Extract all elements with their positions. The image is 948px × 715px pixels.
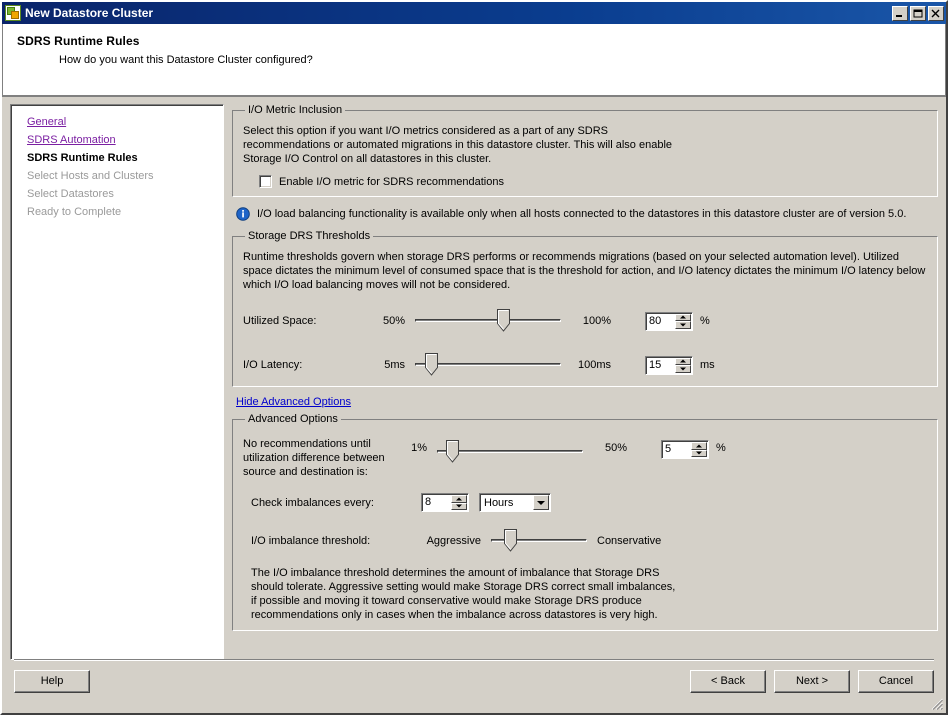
check-imbalances-spinner-up-icon[interactable] (451, 495, 467, 503)
utilization-difference-slider-thumb[interactable] (445, 440, 459, 463)
utilized-space-spinner[interactable]: 80 (645, 311, 693, 331)
wizard-footer: Help < Back Next > Cancel (2, 659, 946, 713)
check-imbalances-value[interactable]: 8 (422, 494, 451, 511)
utilization-difference-unit: % (716, 442, 726, 454)
io-imbalance-slider[interactable] (491, 528, 587, 554)
window-title: New Datastore Cluster (25, 6, 154, 20)
hide-advanced-options-link[interactable]: Hide Advanced Options (236, 396, 351, 408)
io-latency-min-label: 5ms (384, 359, 405, 371)
wizard-step-list: General SDRS Automation SDRS Runtime Rul… (10, 104, 224, 660)
utilized-space-spinner-up-icon[interactable] (675, 313, 691, 321)
utilized-space-spinner-down-icon[interactable] (675, 321, 691, 329)
sidebar-item-select-datastores: Select Datastores (27, 188, 114, 200)
io-latency-slider-thumb[interactable] (425, 353, 439, 376)
wizard-content: I/O Metric Inclusion Select this option … (232, 104, 938, 660)
storage-drs-thresholds-group: Storage DRS Thresholds Runtime threshold… (232, 230, 938, 387)
check-imbalances-row: Check imbalances every: 8 Hours (243, 493, 927, 512)
wizard-body: General SDRS Automation SDRS Runtime Rul… (2, 98, 946, 660)
utilized-space-slider-thumb[interactable] (496, 309, 510, 332)
io-imbalance-min-label: Aggressive (426, 535, 481, 547)
utilization-difference-spinner-down-icon[interactable] (691, 449, 707, 457)
utilized-space-slider[interactable] (415, 308, 561, 334)
check-imbalances-spinner[interactable]: 8 (421, 493, 469, 512)
utilized-space-row: Utilized Space: 50% 100% 80 % (243, 308, 927, 334)
resize-grip-icon[interactable] (930, 697, 944, 711)
footer-divider (14, 659, 934, 661)
utilized-space-min-label: 50% (382, 315, 405, 327)
sidebar-item-sdrs-runtime-rules[interactable]: SDRS Runtime Rules (27, 149, 223, 167)
vmware-datastore-cluster-icon (5, 5, 21, 21)
back-button[interactable]: < Back (690, 670, 766, 693)
chevron-down-icon[interactable] (533, 495, 549, 510)
io-latency-unit: ms (700, 359, 715, 371)
utilized-space-slider-track (415, 319, 561, 322)
maximize-icon[interactable] (910, 5, 926, 21)
help-button[interactable]: Help (14, 670, 90, 693)
storage-drs-thresholds-description: Runtime thresholds govern when storage D… (243, 251, 926, 291)
footer-button-row: Help < Back Next > Cancel (14, 670, 934, 693)
utilization-difference-label: No recommendations until utilization dif… (243, 438, 385, 478)
check-imbalances-period-dropdown[interactable]: Hours (479, 493, 551, 512)
io-latency-row: I/O Latency: 5ms 100ms 15 ms (243, 352, 927, 378)
io-load-balancing-info-text: I/O load balancing functionality is avai… (257, 208, 907, 220)
utilization-difference-value[interactable]: 5 (662, 441, 691, 458)
advanced-options-group: Advanced Options No recommendations unti… (232, 413, 938, 631)
sidebar-item-select-hosts-and-clusters: Select Hosts and Clusters (27, 170, 154, 182)
io-latency-spinner-up-icon[interactable] (675, 357, 691, 365)
close-icon[interactable] (928, 5, 944, 21)
utilized-space-value[interactable]: 80 (646, 313, 675, 330)
io-imbalance-slider-thumb[interactable] (504, 529, 518, 552)
io-imbalance-max-label: Conservative (597, 535, 662, 547)
page-title: SDRS Runtime Rules (17, 34, 140, 48)
window-controls (892, 5, 944, 21)
cancel-button[interactable]: Cancel (858, 670, 934, 693)
enable-io-metric-row[interactable]: Enable I/O metric for SDRS recommendatio… (259, 175, 927, 188)
utilization-difference-spinner[interactable]: 5 (661, 440, 709, 459)
io-load-balancing-info: I/O load balancing functionality is avai… (236, 207, 938, 221)
io-metric-inclusion-group: I/O Metric Inclusion Select this option … (232, 104, 938, 197)
io-imbalance-label: I/O imbalance threshold: (251, 535, 371, 547)
io-latency-slider[interactable] (415, 352, 561, 378)
utilization-difference-min-label: 1% (411, 442, 427, 454)
page-subtitle: How do you want this Datastore Cluster c… (59, 54, 313, 66)
sidebar-item-sdrs-automation[interactable]: SDRS Automation (27, 131, 223, 149)
wizard-header: SDRS Runtime Rules How do you want this … (2, 24, 946, 96)
io-metric-inclusion-description: Select this option if you want I/O metri… (243, 125, 673, 165)
info-icon (236, 207, 250, 221)
enable-io-metric-checkbox[interactable] (259, 175, 272, 188)
io-imbalance-description: The I/O imbalance threshold determines t… (251, 567, 676, 621)
io-latency-spinner-down-icon[interactable] (675, 365, 691, 373)
io-latency-label: I/O Latency: (243, 359, 303, 371)
io-latency-value[interactable]: 15 (646, 357, 675, 374)
new-datastore-cluster-window: New Datastore Cluster SDRS Runtime Rules… (0, 0, 948, 715)
sidebar-item-ready-to-complete: Ready to Complete (27, 206, 122, 218)
utilized-space-max-label: 100% (582, 315, 611, 327)
utilized-space-label: Utilized Space: (243, 315, 317, 327)
check-imbalances-spinner-down-icon[interactable] (451, 502, 467, 510)
check-imbalances-label: Check imbalances every: (251, 496, 374, 509)
enable-io-metric-label: Enable I/O metric for SDRS recommendatio… (279, 175, 504, 188)
advanced-options-legend: Advanced Options (248, 413, 338, 425)
check-imbalances-period-value: Hours (484, 496, 514, 509)
io-latency-spinner[interactable]: 15 (645, 355, 693, 375)
storage-drs-thresholds-legend: Storage DRS Thresholds (248, 230, 371, 242)
next-button[interactable]: Next > (774, 670, 850, 693)
io-metric-inclusion-legend: I/O Metric Inclusion (248, 104, 343, 116)
utilization-difference-row: No recommendations until utilization dif… (243, 438, 927, 479)
utilization-difference-slider-track (437, 450, 583, 453)
io-imbalance-row: I/O imbalance threshold: Aggressive Cons… (243, 528, 927, 554)
title-bar: New Datastore Cluster (2, 2, 946, 24)
utilized-space-unit: % (700, 315, 710, 327)
minimize-icon[interactable] (892, 5, 908, 21)
utilization-difference-max-label: 50% (604, 442, 627, 454)
utilization-difference-slider[interactable] (437, 439, 583, 465)
io-latency-max-label: 100ms (577, 359, 611, 371)
utilization-difference-spinner-up-icon[interactable] (691, 442, 707, 450)
sidebar-item-general[interactable]: General (27, 113, 223, 131)
